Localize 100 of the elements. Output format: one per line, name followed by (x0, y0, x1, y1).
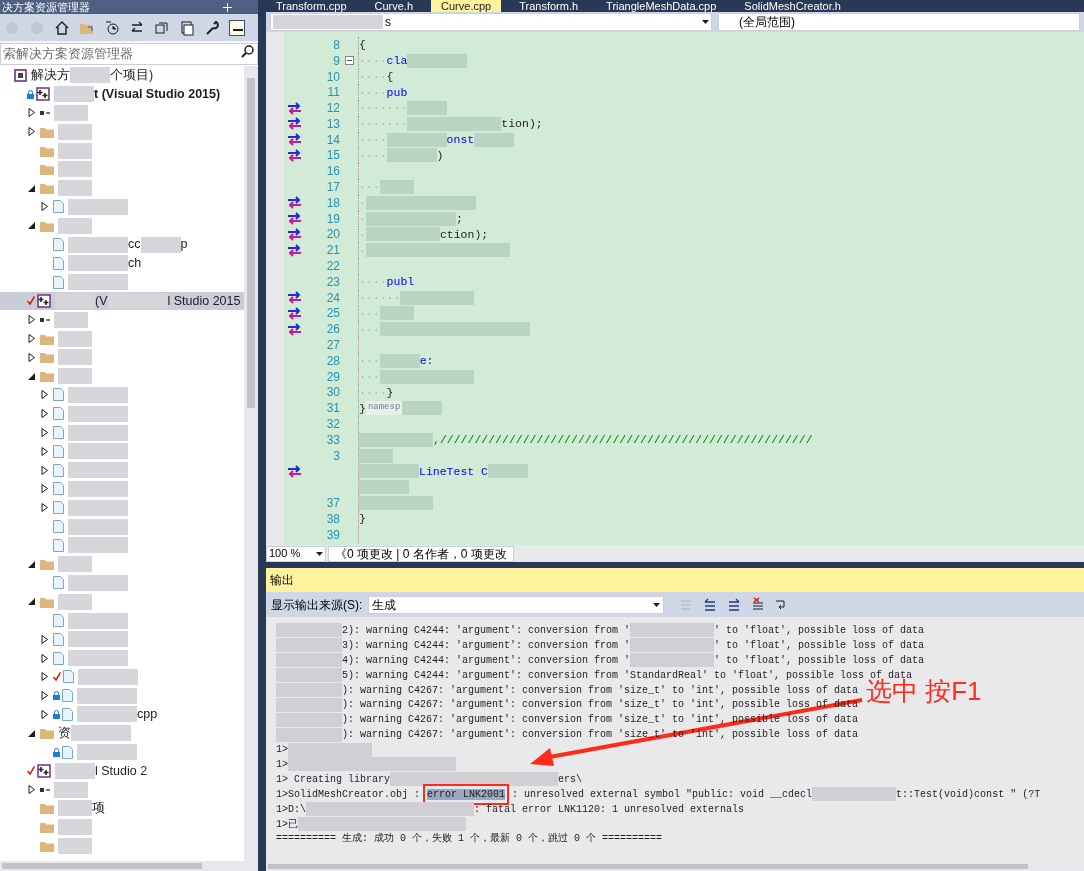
whitespace-dots: ···· (359, 84, 387, 101)
expanded-triangle-icon[interactable] (28, 559, 36, 569)
collapsed-triangle-icon[interactable] (28, 334, 36, 344)
expanded-triangle-icon[interactable] (28, 183, 36, 193)
horizontal-scrollbar[interactable] (0, 861, 258, 871)
line-number: 16 (326, 163, 340, 181)
collapsed-triangle-icon[interactable] (41, 409, 49, 419)
editor-tab[interactable]: SolidMeshCreator.h (734, 0, 851, 12)
line-number: 28 (326, 352, 340, 370)
expanded-triangle-icon[interactable] (28, 597, 36, 607)
preview-toggle-icon[interactable] (229, 19, 245, 36)
caret-icon (702, 20, 709, 24)
output-text: 2): warning C4244: 'argument': conversion from ' (342, 623, 631, 638)
tree-item[interactable]: l Studio 2 (0, 761, 244, 781)
type-dropdown[interactable]: s (270, 13, 712, 31)
line-number: 32 (326, 416, 340, 434)
tree-item[interactable]: t (Visual Studio 2015) (0, 84, 244, 104)
expanded-triangle-icon[interactable] (28, 221, 36, 231)
collapse-box-icon[interactable] (344, 56, 354, 66)
whitespace-dots: · (359, 226, 366, 243)
output-text: 1>D:\ (276, 802, 306, 817)
redacted-block (58, 161, 92, 178)
collapsed-triangle-icon[interactable] (41, 653, 49, 663)
redacted-block (54, 311, 88, 328)
line-number: 12 (326, 100, 340, 118)
line-number: 24 (326, 289, 340, 307)
editor-tab[interactable]: Transform.cpp (266, 0, 357, 12)
collapsed-triangle-icon[interactable] (41, 390, 49, 400)
redacted-block (77, 706, 137, 723)
expanded-triangle-icon[interactable] (28, 728, 36, 738)
home-icon[interactable] (54, 19, 70, 36)
output-text: ): warning C4267: 'argument': conversion from 'size_t' to 'int', possible loss of data (342, 683, 859, 698)
file-icon (53, 614, 64, 627)
collapsed-triangle-icon[interactable] (41, 202, 49, 212)
redacted-block (140, 236, 181, 253)
redacted-block (58, 593, 92, 610)
code-hint: namesp (365, 401, 403, 415)
collapsed-triangle-icon[interactable] (28, 127, 36, 137)
selected-text: error LNK2001 (427, 788, 506, 800)
code-text: } (359, 511, 366, 528)
editor-tab[interactable]: Curve.cpp (431, 0, 502, 12)
collapsed-triangle-icon[interactable] (41, 691, 49, 701)
redacted-block (440, 290, 475, 305)
redacted-block (71, 725, 131, 742)
tree-item[interactable]: cc p (0, 235, 244, 254)
line-number: 15 (326, 147, 340, 165)
line-number: 26 (326, 321, 340, 339)
code-text: { (359, 37, 366, 54)
collapsed-triangle-icon[interactable] (41, 634, 49, 644)
vertical-scrollbar[interactable] (244, 66, 258, 861)
tree-item[interactable]: 解决方 个项目) (0, 66, 244, 85)
redacted-block (58, 123, 92, 140)
code-text: ) (436, 147, 444, 164)
collapsed-triangle-icon[interactable] (28, 352, 36, 362)
output-text: ========== 生成: 成功 0 个，失败 1 个，最新 0 个，跳过 0 个 ========== (276, 831, 663, 847)
wrench-icon[interactable] (204, 19, 220, 36)
tree-item[interactable]: 项 (0, 799, 244, 818)
output-source-dropdown[interactable]: 生成 (368, 595, 665, 614)
folder-icon (40, 558, 54, 571)
collapsed-triangle-icon[interactable] (41, 465, 49, 475)
whitespace-dots: ··· (359, 353, 380, 370)
editor-tab[interactable]: Transform.h (509, 0, 589, 12)
collapsed-triangle-icon[interactable] (41, 446, 49, 456)
line-number: 33 (326, 431, 340, 449)
collapsed-triangle-icon[interactable] (28, 108, 36, 118)
history-icon[interactable] (104, 19, 120, 36)
collapsed-triangle-icon[interactable] (41, 672, 49, 682)
search-icon[interactable] (241, 45, 254, 58)
whitespace-dots: ······· (359, 116, 408, 133)
copy-icon[interactable] (179, 19, 195, 36)
file-icon (53, 444, 64, 458)
horizontal-scrollbar[interactable] (266, 861, 1084, 871)
tree-item-label: ch (128, 255, 142, 272)
pin-icon[interactable] (223, 2, 232, 12)
collapsed-triangle-icon[interactable] (41, 503, 49, 513)
codelens-changes[interactable]: 《0 项更改 | 0 名作者，0 项更改 (328, 545, 514, 562)
search-field[interactable]: 索解决方案资源管理器 (0, 42, 258, 65)
whitespace-dots: ··· (359, 321, 380, 338)
collapsed-triangle-icon[interactable] (41, 484, 49, 494)
redacted-block (58, 217, 92, 234)
tree-item[interactable]: ch (0, 253, 244, 273)
collapse-all-icon[interactable] (154, 19, 170, 36)
scope-dropdown[interactable]: (全局范围) (718, 13, 1080, 31)
scrollbar-thumb[interactable] (247, 78, 255, 408)
collapsed-triangle-icon[interactable] (28, 315, 36, 325)
code-keyword: e: (419, 353, 434, 370)
tree-item[interactable]: 资 (0, 723, 244, 743)
tree-item[interactable]: (V l Studio 2015 (0, 291, 244, 311)
redacted-block (77, 687, 137, 704)
collapsed-triangle-icon[interactable] (41, 710, 49, 719)
editor-tab[interactable]: Curve.h (364, 0, 424, 12)
collapsed-triangle-icon[interactable] (41, 428, 49, 438)
file-icon (53, 538, 64, 552)
zoom-dropdown[interactable]: 100 % (266, 545, 326, 562)
output-text: 4): warning C4244: 'argument': conversion from ' (342, 653, 631, 668)
expanded-triangle-icon[interactable] (28, 371, 36, 381)
editor-tab[interactable]: TriangleMeshData.cpp (596, 0, 727, 12)
tree-item[interactable]: cpp (0, 705, 244, 724)
redacted-block (276, 623, 342, 638)
collapsed-triangle-icon[interactable] (28, 785, 36, 795)
